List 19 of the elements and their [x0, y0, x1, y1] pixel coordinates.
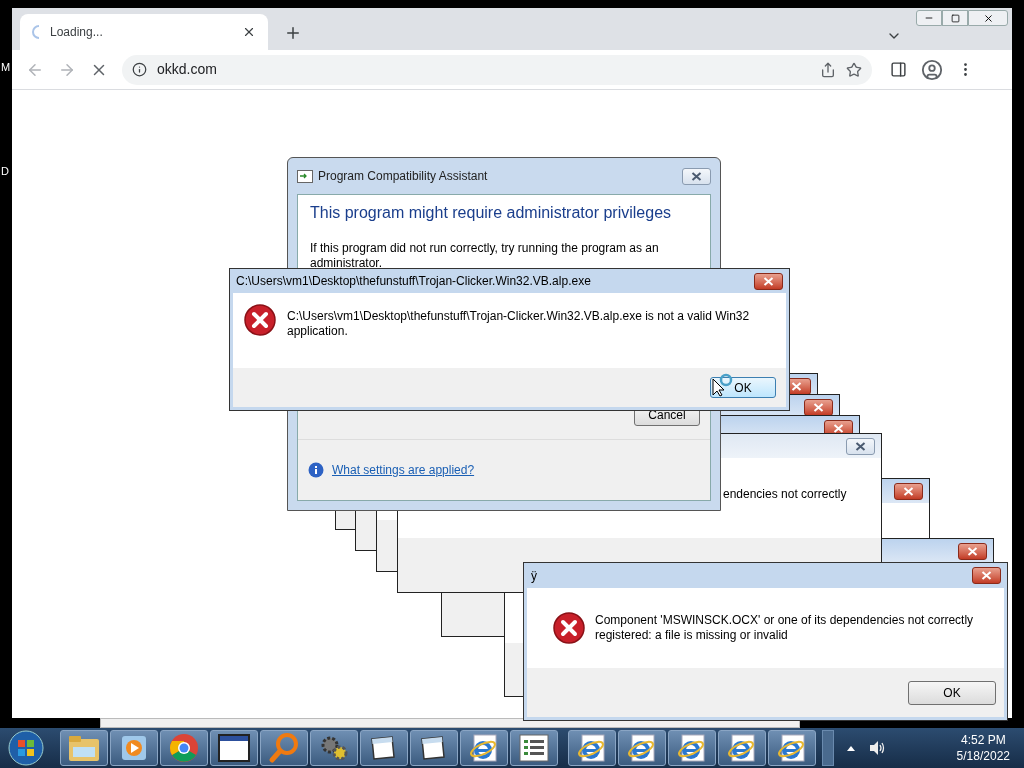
ok-button[interactable]: OK	[908, 680, 996, 705]
window-title: Program Compatibility Assistant	[318, 168, 489, 185]
clock-time: 4:52 PM	[960, 732, 1006, 748]
tab-title: Loading...	[50, 24, 104, 41]
error-message: C:\Users\vm1\Desktop\thefunstuff\Trojan-Clicker.Win32.VB.alp.exe is not a valid Win32 application.	[287, 308, 751, 339]
browser-tab[interactable]: Loading...	[20, 14, 268, 50]
address-text: okkd.com	[157, 60, 218, 79]
window-title: C:\Users\vm1\Desktop\thefunstuff\Trojan-Clicker.Win32.VB.alp.exe	[236, 273, 592, 290]
desktop-icon-label: D	[1, 164, 9, 179]
address-bar[interactable]: okkd.com	[122, 54, 872, 85]
dialog-message: If this program did not run correctly, try running the program as an administrator.	[310, 241, 660, 271]
error-message: endencies not correctly	[723, 486, 847, 503]
window-title: ÿ	[531, 567, 538, 585]
dialog-heading: This program might require administrator privileges	[310, 203, 673, 223]
desktop-icon-label: M	[1, 60, 11, 75]
clock[interactable]: 4:52 PM 5/18/2022	[956, 732, 1010, 764]
clock-date: 5/18/2022	[956, 748, 1010, 764]
error-message: Component 'MSWINSCK.OCX' or one of its dependencies not correctly registered: a file is missing or invalid	[595, 613, 975, 643]
settings-link[interactable]: What settings are applied?	[332, 461, 475, 479]
